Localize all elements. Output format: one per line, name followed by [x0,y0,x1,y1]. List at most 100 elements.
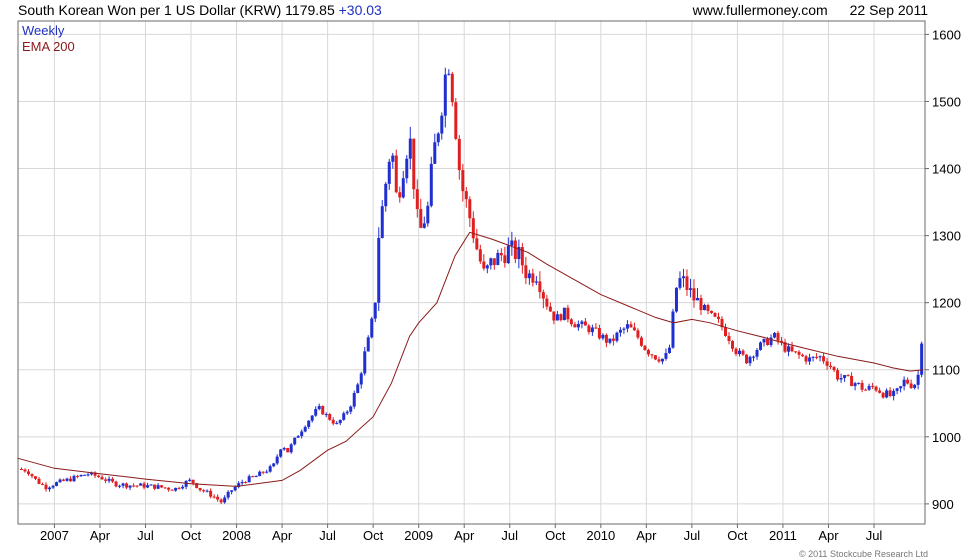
candle-body [881,392,885,398]
candle-body [356,384,360,393]
candle-body [632,327,636,331]
candle-body [801,354,805,357]
candle-body [286,447,290,453]
candle-body [608,338,612,343]
legend-item: EMA 200 [22,39,75,54]
candle-body [773,332,777,338]
candle-body [387,161,391,184]
candle-body [191,479,195,484]
chart-root: South Korean Won per 1 US Dollar (KRW) 1… [0,0,980,560]
candle-body [205,490,209,492]
legend-item: Weekly [22,23,65,38]
candle-body [359,373,363,385]
candle-body [699,297,703,311]
candle-body [489,258,493,266]
candle-body [447,73,451,75]
candle-body [618,329,622,333]
candle-body [296,436,300,438]
candle-body [576,323,580,328]
candle-body [352,392,356,407]
candle-body [321,406,325,415]
candle-body [58,479,62,483]
x-tick-label: 2011 [769,528,797,543]
candle-body [555,314,559,321]
candle-body [219,499,223,503]
candle-body [230,490,234,492]
candle-body [426,205,430,224]
candle-body [209,490,213,497]
candle-body [272,463,276,467]
candle-body [30,474,34,477]
x-tick-label: Apr [818,528,839,543]
candle-body [72,475,76,482]
candle-body [303,426,307,432]
candle-body [328,414,332,420]
x-tick-label: Oct [363,528,384,543]
candle-body [787,346,791,352]
candle-body [899,386,903,389]
candle-body [590,327,594,333]
candle-body [454,102,458,139]
candle-body [202,490,206,492]
candle-body [811,356,815,358]
ema-200-line [17,231,924,487]
candle-body [34,476,38,479]
candle-body [513,240,517,259]
candle-body [667,347,671,354]
candle-body [909,383,913,388]
candle-body [37,478,41,484]
candle-body [415,189,419,210]
candle-body [759,342,763,350]
candle-body [499,252,503,256]
candle-body [503,255,507,264]
candle-body [678,278,682,288]
candle-body [916,374,920,385]
candle-body [815,356,819,358]
candle-body [135,485,139,487]
candle-body [422,223,426,228]
candle-body [97,475,101,477]
candle-body [797,351,801,355]
candle-body [629,324,633,328]
candle-body [867,385,871,390]
candle-body [776,332,780,341]
candle-body [492,258,496,265]
candle-body [188,479,192,481]
candle-body [695,297,699,301]
candle-body [132,485,136,487]
candle-body [86,474,90,476]
candle-body [762,338,766,343]
candle-body [653,355,657,360]
candle-body [450,73,454,103]
y-tick-label: 1100 [932,363,960,378]
candle-body [48,487,52,490]
candle-body [692,288,696,301]
candle-body [808,357,812,362]
candle-body [566,307,570,320]
candle-body [114,481,118,487]
candle-body [342,413,346,420]
candle-body [482,261,486,269]
candle-body [198,487,202,491]
candle-body [118,485,122,487]
candle-body [594,327,598,329]
candle-body [373,302,377,319]
candle-body [216,496,220,500]
candle-body [597,328,601,339]
candle-body [766,338,770,346]
candle-body [794,351,798,353]
candle-body [843,375,847,379]
candle-body [727,336,731,342]
candle-body [538,281,542,293]
candle-body [436,133,440,143]
candle-body [307,420,311,427]
candle-body [853,383,857,387]
candle-body [160,485,164,488]
candle-body [913,384,917,388]
candle-body [611,338,615,341]
candle-body [279,449,283,457]
candle-body [545,298,549,307]
candle-body [527,273,531,279]
candle-body [752,356,756,358]
candle-body [857,382,861,384]
